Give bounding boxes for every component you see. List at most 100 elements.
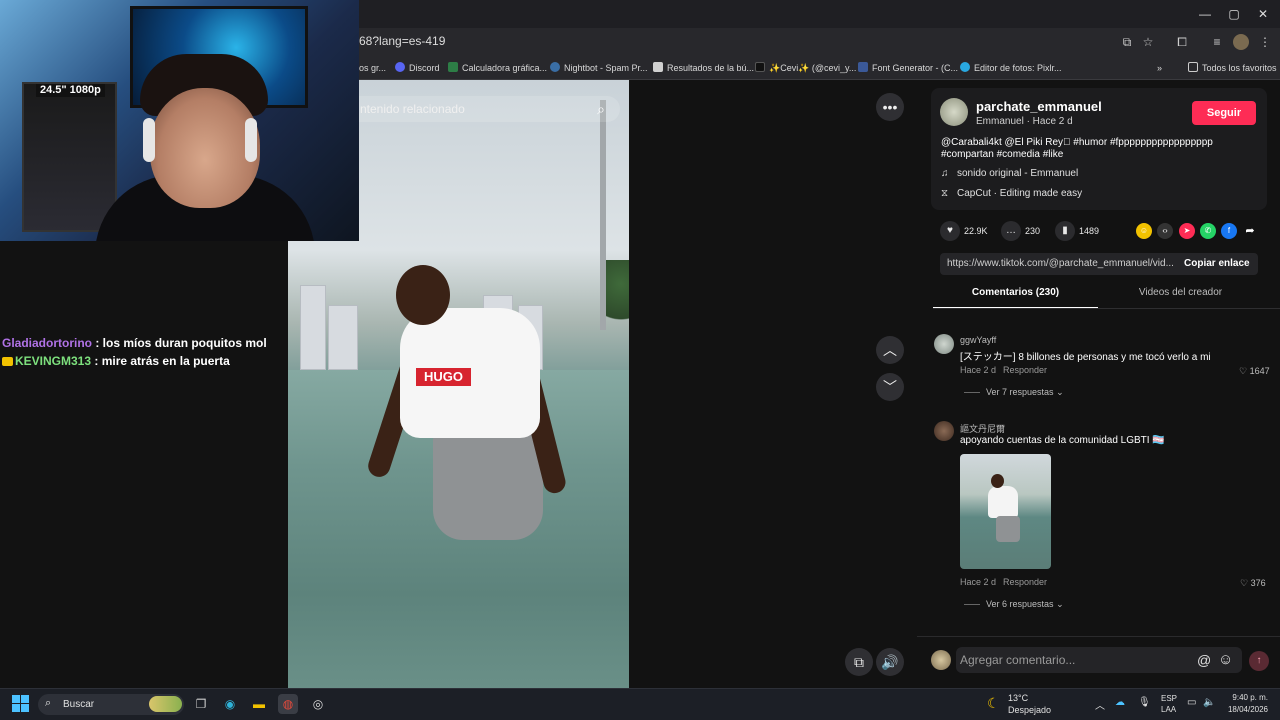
headset-icon (143, 118, 155, 162)
close-button[interactable]: ✕ (1246, 4, 1280, 24)
mention-icon[interactable]: @ (1197, 652, 1211, 668)
next-video-button[interactable]: ﹀ (876, 373, 904, 401)
whatsapp-icon[interactable]: ✆ (1200, 223, 1216, 239)
install-app-icon[interactable]: ⧉ (1119, 34, 1135, 50)
folder-icon (1188, 62, 1198, 72)
copy-link-button[interactable]: Copiar enlace (1184, 258, 1250, 269)
chat-username: Gladiadortorino (2, 336, 92, 350)
menu-kebab-icon[interactable]: ⋮ (1257, 34, 1273, 50)
speaker-icon[interactable]: 🔈 (1203, 697, 1215, 708)
comment-username[interactable]: ggwYayff (960, 335, 996, 345)
profile-avatar[interactable] (1233, 34, 1249, 50)
comment-like-button[interactable]: ♡ 1647 (1239, 366, 1270, 377)
comment-time: Hace 2 d (960, 577, 997, 587)
post-link[interactable]: https://www.tiktok.com/@parchate_emmanue… (947, 258, 1174, 269)
media-control-icon[interactable]: ≡ (1209, 34, 1225, 50)
bookmark-item[interactable]: ✨Cevi✨ (@cevi_y... (755, 60, 856, 76)
previous-video-button[interactable]: ︿ (876, 336, 904, 364)
comment-avatar[interactable] (934, 334, 954, 354)
bookmark-icon: ▮ (1055, 221, 1075, 241)
bookmarks-overflow-icon[interactable]: » (1157, 60, 1162, 76)
floating-player-icon[interactable]: ⧉ (845, 648, 873, 676)
keyboard-layout[interactable]: LAA (1161, 705, 1176, 714)
capcut-link[interactable]: ⧖ CapCut · Editing made easy (941, 188, 1082, 199)
weather-temp[interactable]: 13°C (1008, 693, 1028, 703)
url-text[interactable]: 68?lang=es-419 (359, 34, 445, 48)
post-comment-button[interactable]: ↑ (1249, 651, 1269, 671)
all-bookmarks[interactable]: Todos los favoritos (1188, 60, 1277, 76)
comment-video-thumbnail[interactable] (960, 454, 1051, 569)
language-code[interactable]: ESP (1161, 694, 1177, 703)
facebook-icon[interactable]: f (1221, 223, 1237, 239)
discord-icon (395, 62, 405, 72)
send-icon[interactable]: ➤ (1179, 223, 1195, 239)
comment-username[interactable]: 謳文丹尼爾 (960, 422, 1005, 435)
share-arrow-icon[interactable]: ➦ (1242, 223, 1258, 239)
reply-button[interactable]: Responder (1003, 577, 1047, 587)
bookmark-item[interactable]: Editor de fotos: Pixlr... (960, 60, 1062, 76)
webcam-overlay: 24.5" 1080p (0, 0, 359, 241)
network-icon[interactable]: ▭ (1187, 697, 1196, 708)
clock-time[interactable]: 9:40 p. m. (1230, 693, 1268, 702)
person-shorts (433, 430, 543, 540)
tab-creator-videos[interactable]: Videos del creador (1098, 287, 1263, 309)
weather-desc[interactable]: Despejado (1008, 705, 1051, 715)
volume-icon[interactable]: 🔊 (876, 648, 904, 676)
sound-link[interactable]: ♫ sonido original - Emmanuel (941, 168, 1078, 179)
doc-icon (653, 62, 663, 72)
chat-text: : los míos duran poquitos mol (95, 336, 267, 350)
windows-start-icon[interactable] (12, 695, 30, 713)
music-note-icon: ♫ (941, 168, 949, 179)
chat-username: KEVINGM313 (15, 354, 92, 368)
chevron-up-icon[interactable]: ︿ (1095, 697, 1105, 712)
bookmark-item[interactable]: os gr... (359, 60, 386, 76)
reply-button[interactable]: Responder (1003, 365, 1047, 375)
repost-icon[interactable]: ☺ (1136, 223, 1152, 239)
bookmark-item[interactable]: Resultados de la bú... (653, 60, 754, 76)
onedrive-icon[interactable]: ☁ (1115, 697, 1125, 708)
comment-avatar[interactable] (934, 421, 954, 441)
thumb-person-shorts (996, 516, 1020, 542)
follow-button[interactable]: Seguir (1192, 101, 1256, 125)
heart-icon: ♥ (940, 221, 960, 241)
bookmark-item[interactable]: Calculadora gráfica... (448, 60, 547, 76)
chrome-icon[interactable]: ◍ (278, 694, 298, 714)
monitor-label: 24.5" 1080p (36, 84, 105, 97)
creator-avatar[interactable] (940, 98, 968, 126)
headset-icon (245, 118, 257, 162)
chevron-down-icon: ⌄ (1056, 599, 1064, 609)
comment-text: [ステッカー] 8 billones de personas y me tocó… (960, 352, 1211, 363)
like-button[interactable]: ♥ 22.9K (940, 221, 988, 241)
clock-date[interactable]: 18/04/2026 (1222, 705, 1268, 714)
font-icon (858, 62, 868, 72)
emoji-icon[interactable]: ☺ (1218, 651, 1233, 668)
bookmark-item[interactable]: Font Generator - (C... (858, 60, 958, 76)
thumb-person-head (991, 474, 1004, 488)
view-replies-button[interactable]: Ver 7 respuestas ⌄ (964, 387, 1064, 398)
search-icon[interactable]: ⌕ (592, 100, 610, 118)
obs-icon[interactable]: ◎ (308, 694, 328, 714)
star-icon[interactable]: ☆ (1140, 34, 1156, 50)
stream-chat: Gladiadortorino : los míos duran poquito… (2, 334, 282, 370)
subscriber-badge-icon (2, 357, 13, 366)
view-replies-button[interactable]: Ver 6 respuestas ⌄ (964, 599, 1064, 610)
streamer-face (150, 88, 260, 208)
microphone-icon[interactable]: 🎙 (1138, 697, 1151, 708)
comment-text: apoyando cuentas de la comunidad LGBTI 🏳… (960, 435, 1165, 446)
moon-weather-icon[interactable]: ☾ (987, 695, 1000, 712)
heart-outline-icon: ♡ (1240, 578, 1249, 588)
tab-comments[interactable]: Comentarios (230) (933, 287, 1098, 309)
comment-like-button[interactable]: ♡ 376 (1240, 578, 1266, 589)
creator-username[interactable]: parchate_emmanuel (976, 99, 1102, 114)
bookmark-item[interactable]: Discord (395, 60, 440, 76)
bookmark-item[interactable]: Nightbot - Spam Pr... (550, 60, 648, 76)
comment-button[interactable]: … 230 (1001, 221, 1040, 241)
file-explorer-icon[interactable]: ▬ (249, 694, 269, 714)
save-button[interactable]: ▮ 1489 (1055, 221, 1099, 241)
search-highlight-icon[interactable] (149, 696, 182, 712)
embed-icon[interactable]: ‹› (1157, 223, 1173, 239)
edge-icon[interactable]: ◉ (220, 694, 240, 714)
extensions-icon[interactable]: ⧠ (1174, 34, 1190, 50)
more-options-button[interactable]: ••• (876, 93, 904, 121)
task-view-icon[interactable]: ❐ (191, 694, 211, 714)
